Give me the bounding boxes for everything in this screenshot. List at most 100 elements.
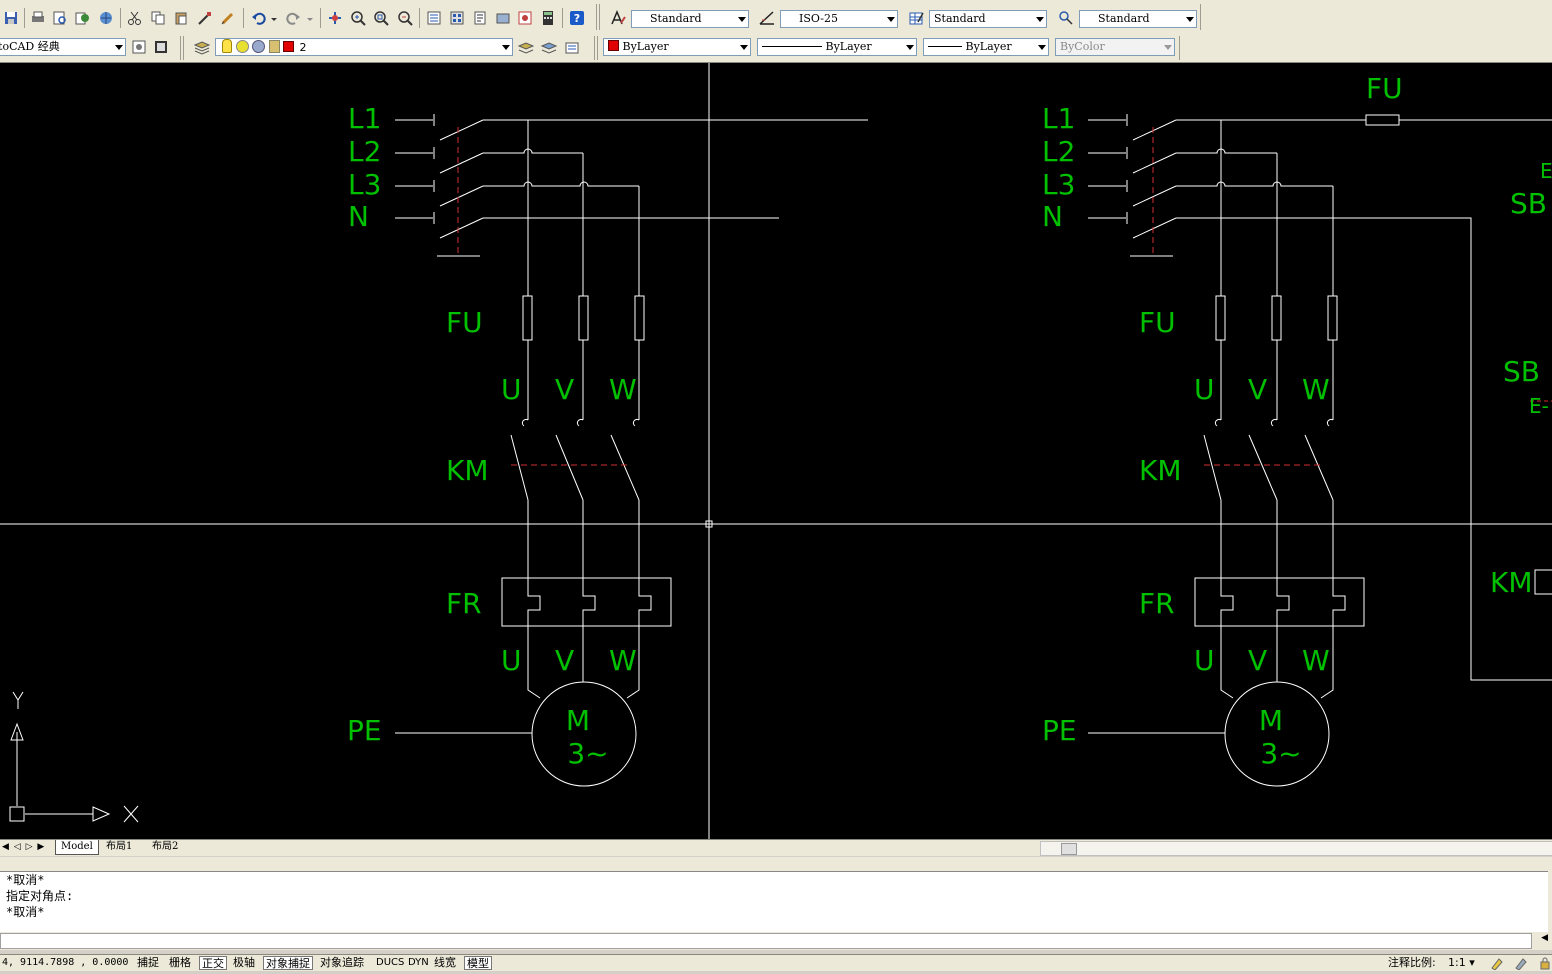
left-label-fr: FR (446, 587, 482, 620)
scrollbar-thumb[interactable] (1061, 843, 1077, 855)
toggle-osnap[interactable]: 对象捕捉 (263, 956, 313, 970)
color-select[interactable]: ByLayer (603, 38, 751, 56)
markup-icon[interactable] (516, 9, 534, 27)
text-style-select[interactable]: Standard (631, 10, 749, 28)
properties-icon[interactable] (425, 9, 443, 27)
layer-properties-manager-icon[interactable] (193, 38, 211, 56)
left-motor-phase: 3~ (567, 737, 608, 770)
layers-properties-toolbar: AutoCAD 经典 2 ByLayer ByLayer ByLayer ByC… (0, 34, 1552, 63)
copy-icon[interactable] (149, 9, 167, 27)
ucs-icon (9, 691, 139, 823)
workspace-settings-icon[interactable] (130, 38, 148, 56)
text-style-icon[interactable] (609, 9, 627, 27)
right-motor-label: M (1259, 704, 1283, 737)
toggle-lineweight[interactable]: 线宽 (432, 956, 458, 970)
toggle-otrack[interactable]: 对象追踪 (318, 956, 366, 970)
right-label-sb-top: SB (1510, 187, 1547, 220)
tool-palettes-icon[interactable] (471, 9, 489, 27)
layer-lock-icon[interactable] (268, 40, 280, 53)
drawing-canvas[interactable]: L1 L2 L3 N FU U V W KM FR U V W PE M 3~ (0, 63, 1552, 839)
right-label-pe: PE (1042, 714, 1077, 747)
print-preview-icon[interactable] (51, 9, 69, 27)
zoom-window-icon[interactable] (372, 9, 390, 27)
right-label-l3: L3 (1042, 168, 1075, 201)
linetype-select[interactable]: ByLayer (757, 38, 917, 56)
tab-model[interactable]: Model (55, 840, 99, 855)
workspace-select[interactable]: AutoCAD 经典 (0, 38, 126, 56)
zoom-previous-icon[interactable] (396, 9, 414, 27)
save-icon[interactable] (2, 9, 20, 27)
toggle-ortho[interactable]: 正交 (199, 956, 227, 970)
color-swatch (608, 40, 619, 51)
tab-layout1[interactable]: 布局1 (101, 840, 137, 854)
my-workspace-icon[interactable] (152, 38, 170, 56)
right-label-v-bottom: V (1248, 644, 1267, 677)
layer-select[interactable]: 2 (215, 38, 513, 56)
table-style-icon[interactable] (907, 9, 925, 27)
right-label-fu: FU (1139, 306, 1176, 339)
svg-text:?: ? (574, 12, 580, 25)
toggle-grid[interactable]: 栅格 (167, 956, 193, 970)
auto-scale-icon[interactable] (1512, 956, 1530, 971)
3d-dwf-icon[interactable] (97, 9, 115, 27)
toggle-ducs[interactable]: DUCS (374, 956, 406, 970)
linetype-preview (762, 46, 822, 47)
right-label-w-bottom: W (1302, 644, 1330, 677)
help-icon[interactable]: ? (568, 9, 586, 27)
toggle-snap[interactable]: 捕捉 (135, 956, 161, 970)
dimension-style-select[interactable]: ISO-25 (780, 10, 898, 28)
block-editor-icon[interactable] (219, 9, 237, 27)
right-motor-phase: 3~ (1260, 737, 1301, 770)
redo-icon[interactable] (284, 9, 302, 27)
tab-layout2[interactable]: 布局2 (147, 840, 183, 854)
tab-navigation-arrows[interactable]: ◀ ◁ ▷ ▶ (2, 842, 45, 852)
annotation-visibility-icon[interactable] (1488, 956, 1506, 971)
annotation-scale-select[interactable]: 1:1 ▾ (1446, 956, 1477, 970)
make-object-layer-current-icon[interactable] (517, 38, 535, 56)
calculator-icon[interactable] (539, 9, 557, 27)
lineweight-select[interactable]: ByLayer (923, 38, 1049, 56)
right-label-km-coil: KM (1490, 566, 1533, 599)
layer-previous-icon[interactable] (540, 38, 558, 56)
cut-icon[interactable] (126, 9, 144, 27)
layer-vp-freeze-icon[interactable] (252, 40, 265, 53)
toggle-dyn[interactable]: DYN (406, 956, 431, 970)
model-space[interactable]: L1 L2 L3 N FU U V W KM FR U V W PE M 3~ (0, 63, 1552, 839)
pan-icon[interactable] (326, 9, 344, 27)
redo-dropdown-icon[interactable] (305, 9, 315, 27)
toggle-polar[interactable]: 极轴 (231, 956, 257, 970)
print-icon[interactable] (29, 9, 47, 27)
left-labels: L1 L2 L3 N FU U V W KM FR U V W PE M 3~ (347, 102, 637, 770)
horizontal-scrollbar[interactable] (1040, 841, 1552, 856)
zoom-realtime-icon[interactable] (349, 9, 367, 27)
left-label-l2: L2 (348, 135, 381, 168)
sheet-set-icon[interactable] (494, 9, 512, 27)
design-center-icon[interactable] (448, 9, 466, 27)
coordinate-readout[interactable]: 4, 9114.7898 , 0.0000 (0, 956, 130, 970)
layer-color-swatch[interactable] (283, 41, 294, 52)
command-window: *取消* 指定对角点: *取消* ◀ (0, 857, 1552, 950)
undo-icon[interactable] (250, 9, 268, 27)
command-history-line: *取消* (6, 905, 45, 919)
right-label-e-mid: E- (1529, 394, 1549, 418)
left-label-u-bottom: U (501, 644, 522, 677)
right-label-u-top: U (1194, 373, 1215, 406)
dimension-style-icon[interactable] (758, 9, 776, 27)
table-style-select[interactable]: Standard (929, 10, 1047, 28)
layer-on-icon[interactable] (222, 39, 232, 53)
layer-thaw-icon[interactable] (235, 40, 249, 53)
command-scroll-left-icon[interactable]: ◀ (1541, 933, 1548, 943)
publish-icon[interactable] (73, 9, 91, 27)
right-label-sb-mid: SB (1503, 355, 1540, 388)
toggle-model[interactable]: 模型 (464, 956, 492, 970)
paste-icon[interactable] (172, 9, 190, 27)
match-properties-icon[interactable] (196, 9, 214, 27)
toolbar-lock-icon[interactable] (1536, 956, 1552, 970)
multileader-style-icon[interactable] (1057, 9, 1075, 27)
layer-states-icon[interactable] (563, 38, 581, 56)
undo-dropdown-icon[interactable] (269, 9, 279, 27)
multileader-style-select[interactable]: Standard (1079, 10, 1197, 28)
command-input[interactable] (0, 933, 1532, 949)
annotation-scale-label: 注释比例: (1388, 956, 1436, 969)
crosshair-cursor (0, 63, 1552, 839)
